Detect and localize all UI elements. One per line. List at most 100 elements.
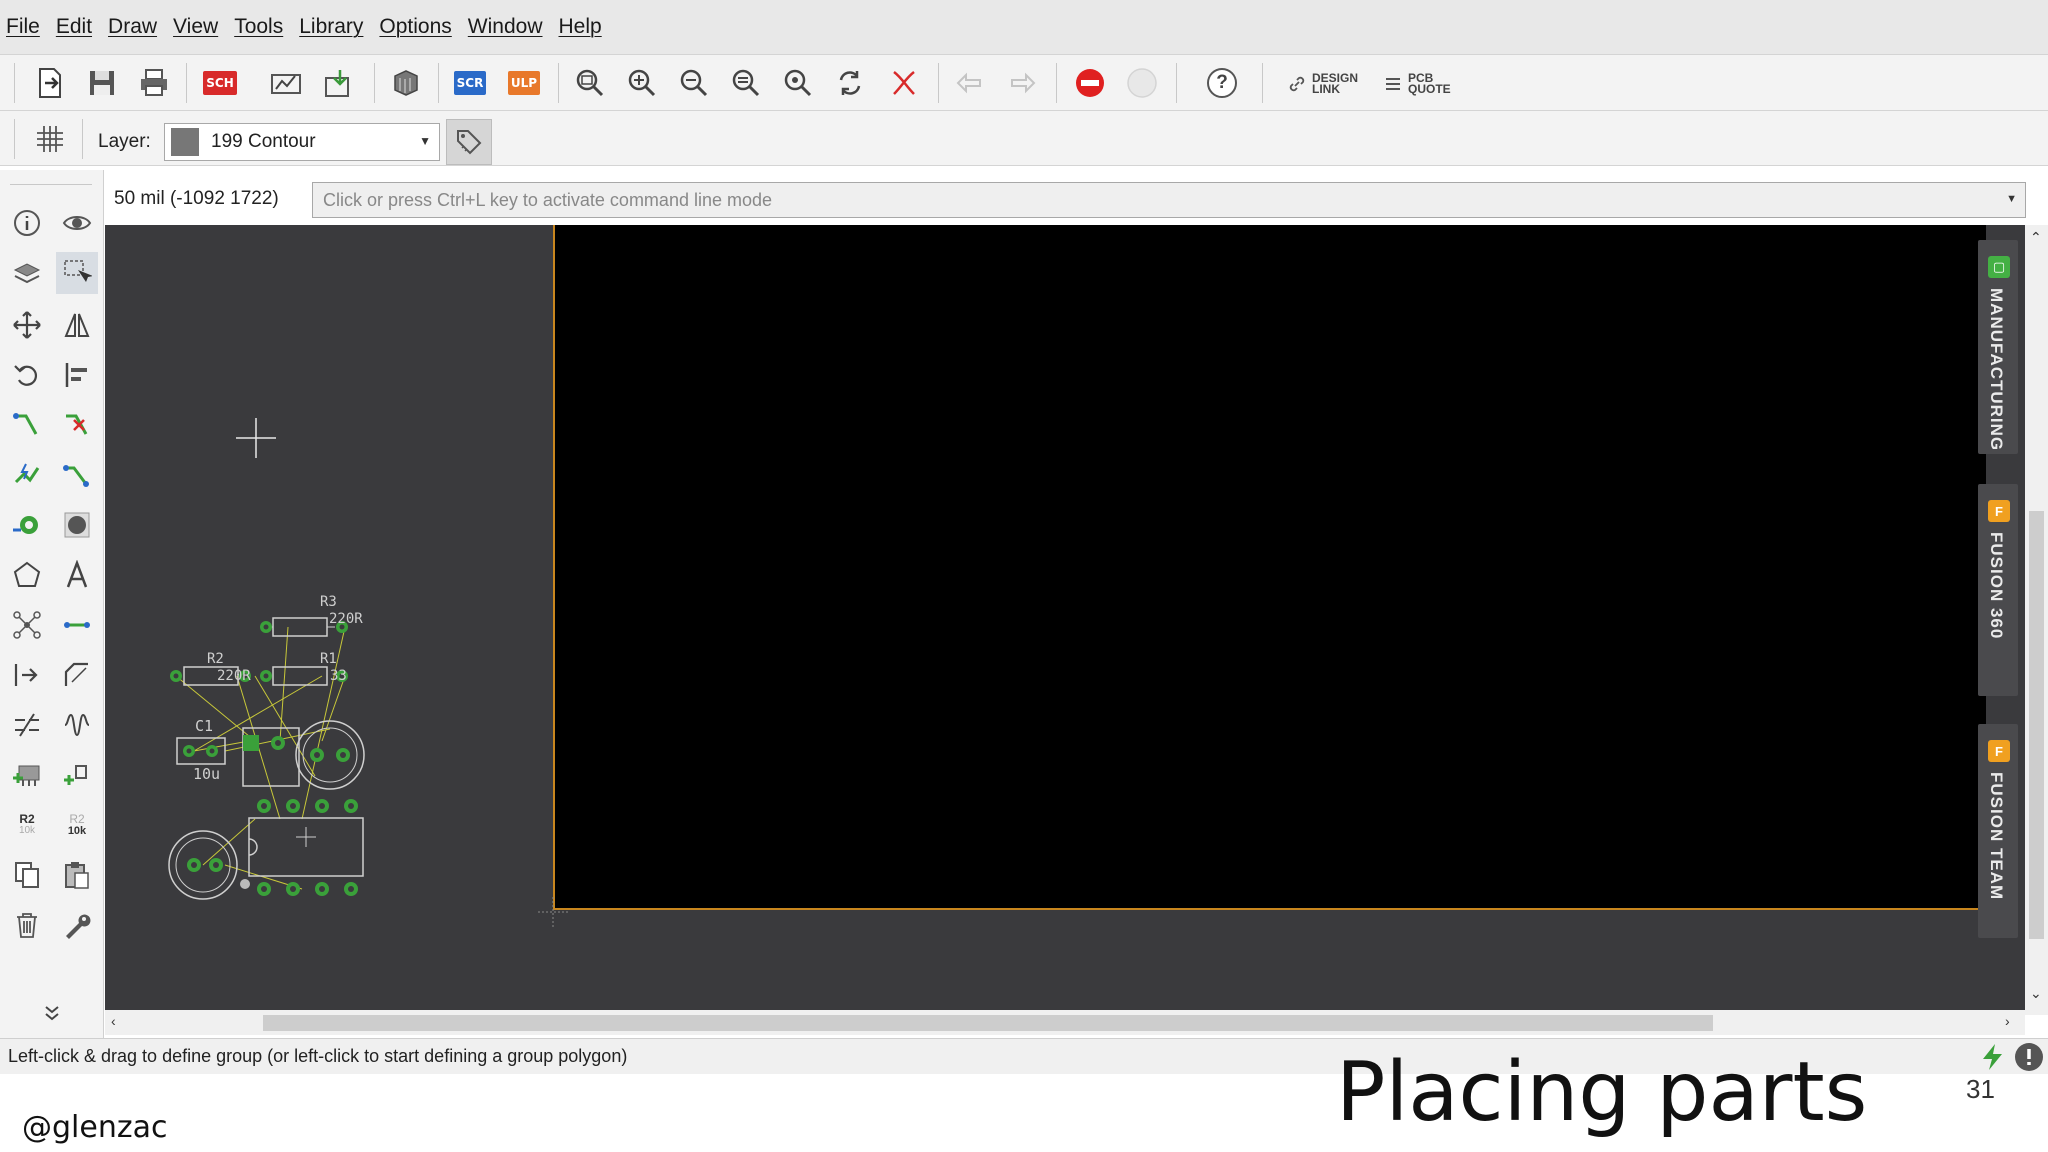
panel-divider — [10, 184, 92, 185]
ic-footprint — [242, 727, 300, 787]
via-icon[interactable] — [8, 506, 46, 544]
ripup-icon[interactable] — [58, 406, 96, 444]
layer-label: Layer: — [98, 131, 151, 152]
vertical-scroll-thumb[interactable] — [2029, 511, 2044, 939]
menu-options[interactable]: Options — [379, 15, 451, 39]
redo-icon[interactable] — [1002, 63, 1042, 103]
copy-icon[interactable] — [8, 856, 46, 894]
zoom-select-icon[interactable] — [778, 63, 818, 103]
fusion-360-tab[interactable]: F FUSION 360 — [1978, 484, 2018, 696]
ratsnest-icon[interactable] — [884, 63, 924, 103]
fusion-team-tab[interactable]: F FUSION TEAM — [1978, 724, 2018, 938]
vertical-scrollbar[interactable]: ⌃ ⌄ — [2025, 225, 2048, 1015]
help-icon[interactable]: ? — [1202, 63, 1242, 103]
go-icon[interactable] — [1122, 63, 1162, 103]
horizontal-scroll-thumb[interactable] — [263, 1015, 1713, 1031]
wire-icon[interactable] — [58, 606, 96, 644]
zoom-fit-icon[interactable] — [570, 63, 610, 103]
menu-help[interactable]: Help — [559, 15, 602, 39]
move-icon[interactable] — [8, 306, 46, 344]
split-icon[interactable] — [8, 606, 46, 644]
fusion-team-icon: F — [1988, 740, 2010, 762]
menu-library[interactable]: Library — [299, 15, 363, 39]
scroll-left-icon[interactable]: ‹ — [111, 1013, 116, 1029]
crosshair-cursor — [236, 418, 276, 458]
grid-icon[interactable] — [30, 119, 70, 159]
route-icon[interactable] — [8, 406, 46, 444]
zoom-in-icon[interactable] — [622, 63, 662, 103]
group-select-icon[interactable] — [56, 252, 98, 294]
hole-icon[interactable] — [58, 506, 96, 544]
autorouter-icon[interactable] — [8, 456, 46, 494]
display-layers-icon[interactable] — [8, 254, 46, 292]
link-icon — [1289, 76, 1305, 92]
export-icon[interactable] — [320, 63, 360, 103]
design-link-button[interactable]: DESIGN LINK — [1288, 70, 1358, 98]
menu-window[interactable]: Window — [468, 15, 543, 39]
lightning-icon[interactable] — [1978, 1042, 2008, 1072]
schematic-button[interactable]: SCH — [200, 63, 240, 103]
redraw-icon[interactable] — [830, 63, 870, 103]
scroll-down-icon[interactable]: ⌄ — [2030, 985, 2042, 1002]
new-file-icon[interactable] — [30, 63, 70, 103]
3d-view-icon[interactable] — [386, 63, 426, 103]
parameter-toolbar-row: Layer: 199 Contour ▼ — [0, 113, 2048, 167]
replace-icon[interactable] — [58, 756, 96, 794]
align-icon[interactable] — [58, 356, 96, 394]
toolbar: SCH SCR ULP ? DESIGN LINK PCB QUOTE Laye… — [0, 54, 2048, 166]
add-part-icon[interactable] — [8, 756, 46, 794]
wrench-icon[interactable] — [58, 906, 96, 944]
slice-icon[interactable] — [8, 706, 46, 744]
save-icon[interactable] — [82, 63, 122, 103]
print-icon[interactable] — [134, 63, 174, 103]
menu-view[interactable]: View — [173, 15, 218, 39]
miter-icon[interactable] — [58, 656, 96, 694]
pcb-quote-button[interactable]: PCB QUOTE — [1384, 70, 1451, 98]
layer-select[interactable]: 199 Contour ▼ — [164, 123, 440, 161]
text-tool-icon[interactable] — [58, 556, 96, 594]
name-tool-button[interactable]: R2 10k — [8, 806, 46, 844]
polygon-icon[interactable] — [8, 556, 46, 594]
menu-draw[interactable]: Draw — [108, 15, 157, 39]
menu-file[interactable]: File — [6, 15, 40, 39]
part-name-c1: C1 — [195, 717, 214, 735]
meander-icon[interactable] — [58, 456, 96, 494]
stop-icon[interactable] — [1070, 63, 1110, 103]
fusion-team-tab-label: FUSION TEAM — [1987, 772, 2006, 901]
author-handle: @glenzac — [22, 1110, 168, 1145]
wave-icon[interactable] — [58, 706, 96, 744]
command-line-input[interactable]: Click or press Ctrl+L key to activate co… — [312, 182, 2026, 218]
mirror-icon[interactable] — [58, 306, 96, 344]
value-tool-button[interactable]: R2 10k — [58, 806, 96, 844]
zoom-out-icon[interactable] — [674, 63, 714, 103]
design-link-line2: LINK — [1312, 82, 1340, 96]
undo-icon[interactable] — [950, 63, 990, 103]
cam-processor-icon[interactable] — [266, 63, 306, 103]
script-button[interactable]: SCR — [450, 63, 490, 103]
toolbar-separator — [1262, 63, 1263, 103]
layer-color-swatch — [171, 128, 199, 156]
delete-icon[interactable] — [8, 906, 46, 944]
zoom-previous-icon[interactable] — [726, 63, 766, 103]
ulp-button[interactable]: ULP — [504, 63, 544, 103]
info-icon[interactable] — [8, 204, 46, 242]
menu-tools[interactable]: Tools — [234, 15, 283, 39]
fusion-360-tab-label: FUSION 360 — [1987, 532, 2006, 640]
horizontal-scrollbar[interactable]: ‹ › — [105, 1010, 2025, 1035]
board-canvas[interactable]: R3 220R R2 220R R1 33 C1 10u — [105, 225, 2025, 1015]
fusion-360-icon: F — [1988, 500, 2010, 522]
manufacturing-tab[interactable]: ▢ MANUFACTURING — [1978, 240, 2018, 454]
chevron-down-icon[interactable]: ▼ — [2006, 193, 2017, 205]
expand-icon[interactable] — [33, 994, 71, 1032]
paste-icon[interactable] — [58, 856, 96, 894]
show-icon[interactable] — [58, 204, 96, 242]
warning-icon[interactable] — [2014, 1042, 2044, 1072]
scroll-right-icon[interactable]: › — [2005, 1013, 2010, 1029]
scroll-up-icon[interactable]: ⌃ — [2030, 229, 2042, 246]
tag-icon[interactable] — [446, 119, 492, 165]
value-tool-sub: 10k — [67, 825, 87, 837]
status-text: Left-click & drag to define group (or le… — [8, 1046, 628, 1066]
menu-edit[interactable]: Edit — [56, 15, 92, 39]
optimize-icon[interactable] — [8, 656, 46, 694]
rotate-icon[interactable] — [8, 356, 46, 394]
